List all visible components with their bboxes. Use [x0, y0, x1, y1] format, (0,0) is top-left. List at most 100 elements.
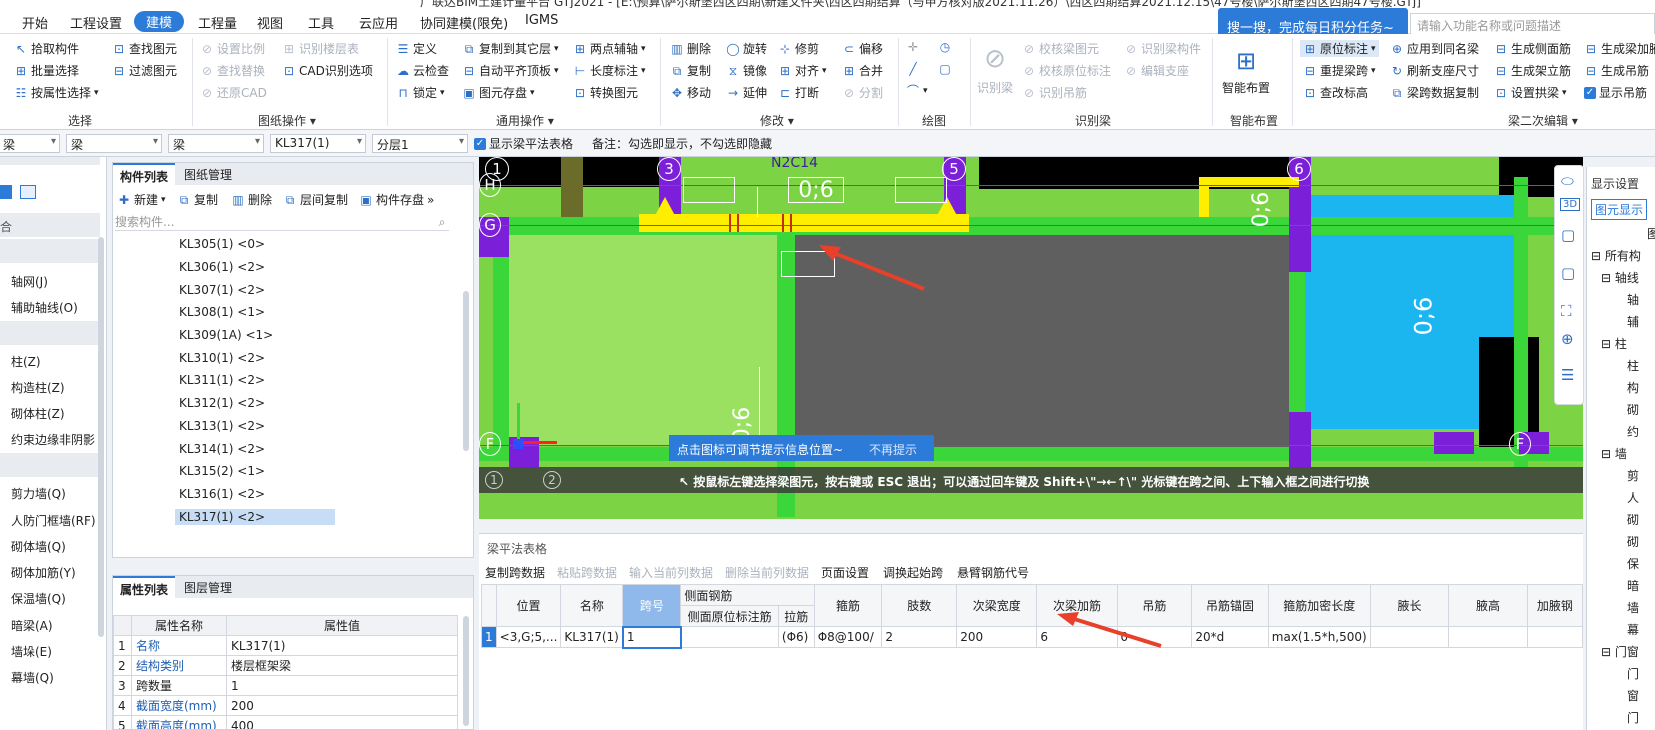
nav-item-masonry-wall[interactable]: 砌体墙(Q)	[11, 538, 66, 555]
tree-item[interactable]: 暗	[1627, 577, 1639, 594]
tree-item[interactable]: 幕	[1627, 621, 1639, 638]
tree-item[interactable]: ⊟ 柱	[1601, 335, 1627, 352]
tip-dismiss[interactable]: 不再提示	[869, 441, 917, 458]
identify-hanger-button[interactable]: ⊘ 识别吊筋	[1022, 84, 1087, 101]
span-data-copy-button[interactable]: ⧉ 梁跨数据复制	[1390, 84, 1479, 101]
component-search-input[interactable]: 搜索构件... ⌕	[115, 213, 449, 231]
table-row[interactable]: 5 截面高度(mm) 400	[113, 715, 458, 729]
tree-item[interactable]: 门	[1627, 709, 1639, 726]
cell-sub-width[interactable]: 200	[956, 626, 1038, 648]
view-detail-icon[interactable]	[20, 185, 36, 199]
tab-drawing-manage[interactable]: 图纸管理	[177, 163, 239, 185]
apply-same-name-button[interactable]: ⊕ 应用到同名梁	[1390, 40, 1479, 57]
view-settings-icon[interactable]: ⊕	[1561, 330, 1574, 348]
tree-item[interactable]: 人	[1627, 489, 1639, 506]
check-annotation-button[interactable]: ⊘ 校核原位标注	[1022, 62, 1111, 79]
convert-element-button[interactable]: ⊡ 转换图元	[573, 84, 638, 101]
tree-item[interactable]: 窗	[1627, 687, 1639, 704]
tree-item[interactable]: 保	[1627, 555, 1639, 572]
set-scale-button[interactable]: ⊘ 设置比例	[200, 40, 265, 57]
show-beam-table-checkbox[interactable]: ✓ 显示梁平法表格	[474, 135, 573, 152]
copy-component-button[interactable]: ⧉ 复制	[177, 191, 218, 208]
batch-select-button[interactable]: ⊞ 批量选择	[14, 62, 79, 79]
copy-to-other-floor-button[interactable]: ⧉ 复制到其它层 ▾	[462, 40, 559, 57]
save-component-button[interactable]: ▣ 构件存盘»	[359, 191, 434, 208]
define-button[interactable]: ☰ 定义	[396, 40, 437, 57]
annotation-input-box[interactable]	[683, 177, 735, 203]
gen-haunch-button[interactable]: ⊟ 生成梁加腋	[1584, 40, 1655, 57]
tree-item[interactable]: ⊟ 所有构	[1591, 247, 1641, 264]
cell-haunch-rebar[interactable]	[1526, 626, 1583, 648]
beam-line[interactable]	[479, 447, 1583, 461]
menu-view[interactable]: 视图	[257, 13, 283, 32]
cantilever-rebar-code-button[interactable]: 悬臂钢筋代号	[957, 564, 1029, 581]
delete-button[interactable]: ▥ 删除	[670, 40, 711, 57]
tab-layer-manage[interactable]: 图层管理	[177, 576, 239, 598]
tree-item[interactable]: 砌	[1627, 401, 1639, 418]
tree-item[interactable]: 柱	[1627, 357, 1639, 374]
refresh-support-button[interactable]: ↻ 刷新支座尺寸	[1390, 62, 1479, 79]
component-name-dropdown[interactable]: KL317(1)	[270, 134, 366, 153]
cell-dense[interactable]: max(1.5*h,500)	[1267, 626, 1371, 648]
nav-item-constructional-column[interactable]: 构造柱(Z)	[11, 379, 65, 396]
list-item[interactable]: KL313(1) <2>	[179, 419, 265, 433]
column[interactable]	[1289, 412, 1311, 467]
tab-property-list[interactable]: 属性列表	[113, 576, 176, 598]
floor-dropdown[interactable]: 梁	[0, 134, 60, 153]
identify-beam-component-button[interactable]: ⊘ 识别梁构件	[1124, 40, 1201, 57]
column[interactable]	[1434, 432, 1474, 454]
cube-top-icon[interactable]: ▢	[1561, 264, 1575, 282]
tree-item[interactable]: ⊟ 墙	[1601, 445, 1627, 462]
check-beam-button[interactable]: ⊘ 校核梁图元	[1022, 40, 1099, 57]
list-item[interactable]: KL306(1) <2>	[179, 260, 265, 274]
split-button[interactable]: ⊘ 分割	[842, 84, 883, 101]
paste-span-data-button[interactable]: 粘贴跨数据	[557, 564, 617, 581]
scrollbar[interactable]	[463, 291, 469, 451]
two-point-axis-button[interactable]: ⊞ 两点辅轴 ▾	[573, 40, 646, 57]
layer-dropdown[interactable]: 分层1	[372, 134, 468, 153]
filter-element-button[interactable]: ⊟ 过滤图元	[112, 62, 177, 79]
merge-button[interactable]: ⊞ 合并	[842, 62, 883, 79]
nav-item-civil-defense-wall[interactable]: 人防门框墙(RF)	[11, 512, 96, 529]
list-item[interactable]: KL309(1A) <1>	[179, 328, 273, 342]
tab-element-display[interactable]: 图元显示	[1591, 199, 1648, 220]
gen-side-rebar-button[interactable]: ⊟ 生成侧面筋	[1494, 40, 1571, 57]
function-search-input[interactable]: 请输入功能名称或问题描述	[1410, 13, 1655, 35]
nav-item-hidden-beam[interactable]: 暗梁(A)	[11, 617, 53, 634]
move-button[interactable]: ✥ 移动	[670, 84, 711, 101]
beam-line[interactable]	[1514, 177, 1528, 467]
align-button[interactable]: ⊞ 对齐 ▾	[778, 62, 827, 79]
layer-icon[interactable]: ☰	[1561, 366, 1574, 384]
restore-cad-button[interactable]: ⊘ 还原CAD	[200, 84, 267, 101]
list-item[interactable]: KL305(1) <0>	[179, 237, 265, 251]
nav-item-wall-pier[interactable]: 墙垛(E)	[11, 643, 52, 660]
nav-item-grid[interactable]: 轴网(J)	[11, 273, 48, 290]
scrollbar[interactable]	[463, 616, 469, 726]
selected-beam[interactable]	[639, 214, 969, 232]
prop-value[interactable]: 400	[226, 715, 458, 729]
view-list-icon[interactable]	[0, 185, 12, 199]
prop-value[interactable]: 楼层框架梁	[226, 655, 458, 676]
draw-point-button[interactable]: ✛	[906, 40, 920, 54]
copy-span-data-button[interactable]: 复制跨数据	[485, 564, 545, 581]
swap-start-span-button[interactable]: 调换起始跨	[883, 564, 943, 581]
rotate-view-icon[interactable]: ⬭	[1561, 172, 1574, 190]
nav-item-aux-axis[interactable]: 辅助轴线(O)	[11, 299, 78, 316]
cloud-check-button[interactable]: ☁ 云检查	[396, 62, 449, 79]
table-row[interactable]: 2 结构类别 楼层框架梁	[113, 655, 458, 676]
prop-value[interactable]: KL317(1)	[226, 635, 458, 656]
menu-modeling[interactable]: 建模	[134, 11, 185, 32]
tree-item[interactable]: 轴	[1627, 291, 1639, 308]
new-component-button[interactable]: ✚ 新建 ▾	[117, 191, 166, 208]
cell-haunch-length[interactable]	[1369, 626, 1450, 648]
input-column-data-button[interactable]: 输入当前列数据	[629, 564, 713, 581]
repick-span-button[interactable]: ⊟ 重提梁跨 ▾	[1303, 62, 1376, 79]
cell-side[interactable]	[680, 626, 779, 648]
tree-item[interactable]: 砌	[1627, 533, 1639, 550]
list-item[interactable]: KL314(1) <2>	[179, 442, 265, 456]
tree-item[interactable]: 构	[1627, 379, 1639, 396]
draw-arc-button[interactable]: ⌒ ▾	[906, 84, 928, 98]
smart-layout-button[interactable]: ⊞ 智能布置	[1222, 46, 1270, 96]
drawing-canvas[interactable]: 0;6 N2C14 0;6 0;6 0;6 1 3 5 6 H G F F 点击…	[479, 157, 1583, 519]
check-elevation-button[interactable]: ⊡ 查改标高	[1303, 84, 1368, 101]
